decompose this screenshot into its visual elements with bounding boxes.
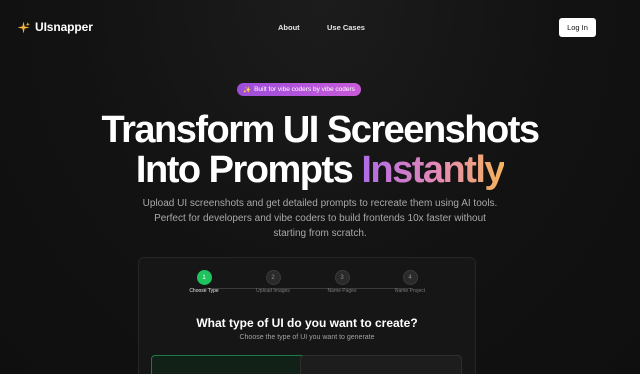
sparkles-icon: ✨: [243, 86, 252, 94]
ui-type-option-selected[interactable]: [151, 355, 313, 374]
step-upload-images[interactable]: 2 Upload Images: [253, 270, 293, 295]
wizard-subquestion: Choose the type of UI you want to genera…: [239, 334, 375, 341]
badge-text: Built for vibe coders by vibe coders: [254, 86, 355, 93]
step-label: Upload Images: [256, 288, 290, 294]
brand-logo[interactable]: UIsnapper: [17, 20, 93, 34]
hero-headline: Transform UI Screenshots Into Prompts In…: [0, 110, 640, 190]
step-number: 3: [334, 270, 350, 285]
sparkle-icon: [17, 21, 30, 33]
headline-line-2: Into Prompts Instantly: [0, 150, 640, 190]
stepper-connector: [203, 288, 411, 289]
step-name-pages[interactable]: 3 Name Pages: [322, 270, 362, 295]
nav-link-use-cases[interactable]: Use Cases: [327, 23, 365, 32]
step-number: 2: [265, 270, 281, 285]
step-number: 4: [402, 270, 418, 285]
ui-type-option[interactable]: [300, 355, 462, 374]
step-number: 1: [196, 270, 212, 285]
step-choose-type[interactable]: 1 Choose Type: [184, 270, 224, 295]
headline-gradient-text: Instantly: [361, 149, 505, 191]
wizard-question: What type of UI do you want to create?: [196, 316, 418, 330]
headline-line-1: Transform UI Screenshots: [101, 109, 540, 151]
brand-name: UIsnapper: [35, 20, 93, 34]
headline-plain-text: Into Prompts: [135, 149, 354, 191]
step-label: Name Pages: [327, 288, 357, 294]
tagline-badge: ✨ Built for vibe coders by vibe coders: [237, 83, 361, 96]
step-label: Choose Type: [189, 288, 219, 294]
nav-link-about[interactable]: About: [278, 23, 300, 32]
login-button[interactable]: Log In: [559, 18, 596, 37]
hero-subtext: Upload UI screenshots and get detailed p…: [142, 198, 498, 239]
step-label: Name Project: [394, 288, 426, 294]
step-name-project[interactable]: 4 Name Project: [390, 270, 430, 295]
top-nav: UIsnapper About Use Cases Log In: [0, 0, 640, 56]
